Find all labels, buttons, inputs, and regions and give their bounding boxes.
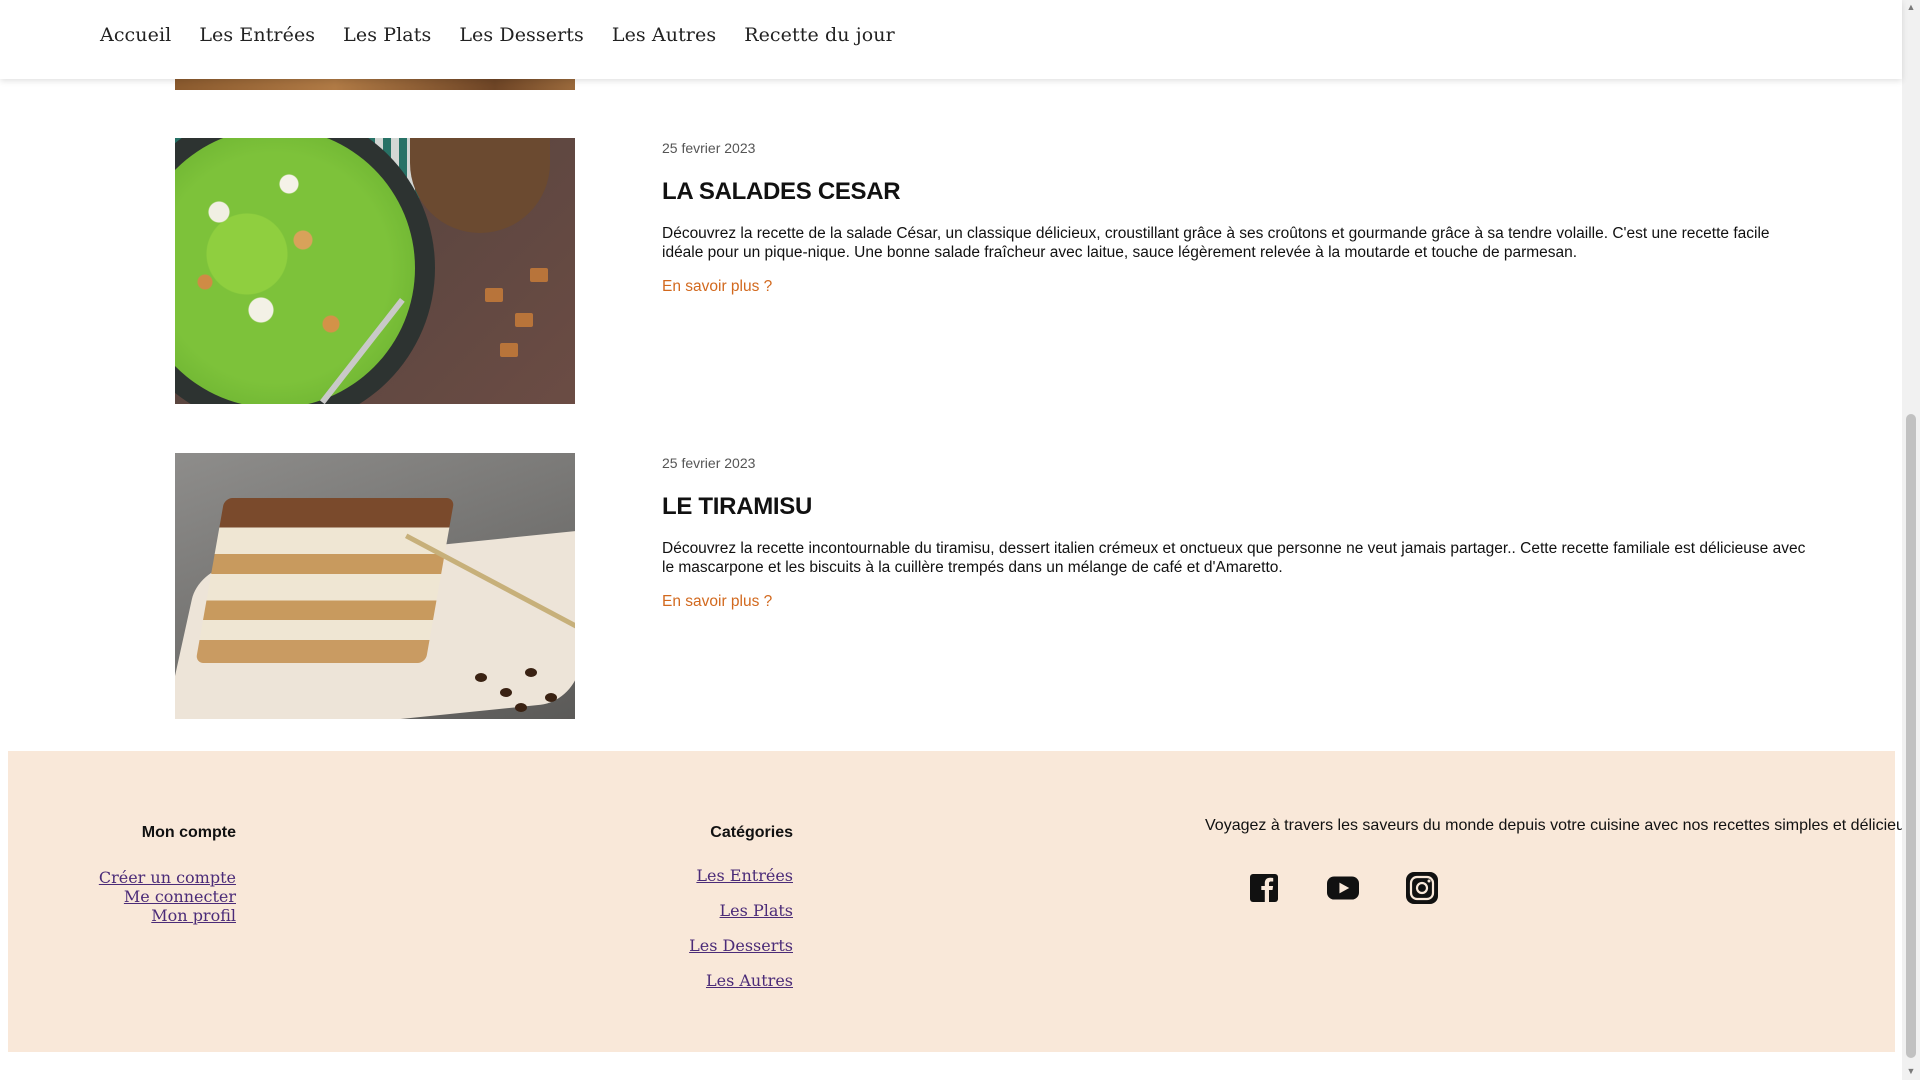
instagram-icon[interactable] <box>1406 872 1438 904</box>
article-date: 25 fevrier 2023 <box>662 140 756 156</box>
footer-tagline: Voyagez à travers les saveurs du monde d… <box>1205 817 1920 834</box>
article-card-salade-cesar: 25 fevrier 2023 LA SALADES CESAR Découvr… <box>175 138 1815 404</box>
nav-item-desserts[interactable]: Les Desserts <box>459 24 584 46</box>
scroll-up-icon[interactable]: ▲ <box>1906 2 1916 12</box>
nav-item-entrees[interactable]: Les Entrées <box>199 24 315 46</box>
article-description: Découvrez la recette incontournable du t… <box>662 540 1806 576</box>
nav-item-autres[interactable]: Les Autres <box>612 24 716 46</box>
footer-link-autres[interactable]: Les Autres <box>533 971 793 990</box>
article-date: 25 fevrier 2023 <box>662 455 756 471</box>
tiramisu-image[interactable] <box>175 453 575 719</box>
footer-link-desserts[interactable]: Les Desserts <box>533 936 793 955</box>
scroll-thumb[interactable] <box>1906 414 1916 1058</box>
footer-account-column: Mon compte Créer un compte Me connecter … <box>0 824 236 925</box>
article-description: Découvrez la recette de la salade César,… <box>662 225 1770 261</box>
site-footer: Mon compte Créer un compte Me connecter … <box>8 751 1920 1052</box>
article-card-tiramisu: 25 fevrier 2023 LE TIRAMISU Découvrez la… <box>175 453 1815 719</box>
footer-link-entrees[interactable]: Les Entrées <box>533 866 793 885</box>
nav-item-recette-du-jour[interactable]: Recette du jour <box>744 24 895 46</box>
footer-categories-title: Catégories <box>710 824 793 841</box>
read-more-link[interactable]: En savoir plus ? <box>662 278 1812 296</box>
nav-links: Accueil Les Entrées Les Plats Les Desser… <box>100 24 895 46</box>
youtube-icon[interactable] <box>1327 872 1359 904</box>
profile-link[interactable]: Mon profil <box>0 906 236 925</box>
nav-item-plats[interactable]: Les Plats <box>343 24 431 46</box>
scroll-down-icon[interactable]: ▼ <box>1906 1066 1916 1076</box>
footer-link-plats[interactable]: Les Plats <box>533 901 793 920</box>
page-scrollbar[interactable]: ▲ ▼ <box>1902 0 1920 1080</box>
create-account-link[interactable]: Créer un compte <box>0 868 236 887</box>
social-links <box>1248 872 1438 904</box>
facebook-icon[interactable] <box>1248 872 1280 904</box>
footer-account-title: Mon compte <box>141 824 236 841</box>
article-meta: 25 fevrier 2023 LA SALADES CESAR Découvr… <box>662 138 1812 296</box>
login-link[interactable]: Me connecter <box>0 887 236 906</box>
footer-categories-column: Catégories Les Entrées Les Plats Les Des… <box>533 824 793 1006</box>
top-navbar: Accueil Les Entrées Les Plats Les Desser… <box>0 0 1902 79</box>
article-meta: 25 fevrier 2023 LE TIRAMISU Découvrez la… <box>662 453 1812 611</box>
article-title: LA SALADES CESAR <box>662 178 901 205</box>
nav-item-accueil[interactable]: Accueil <box>100 24 171 46</box>
read-more-link[interactable]: En savoir plus ? <box>662 593 1812 611</box>
article-title: LE TIRAMISU <box>662 493 813 520</box>
salade-cesar-image[interactable] <box>175 138 575 404</box>
